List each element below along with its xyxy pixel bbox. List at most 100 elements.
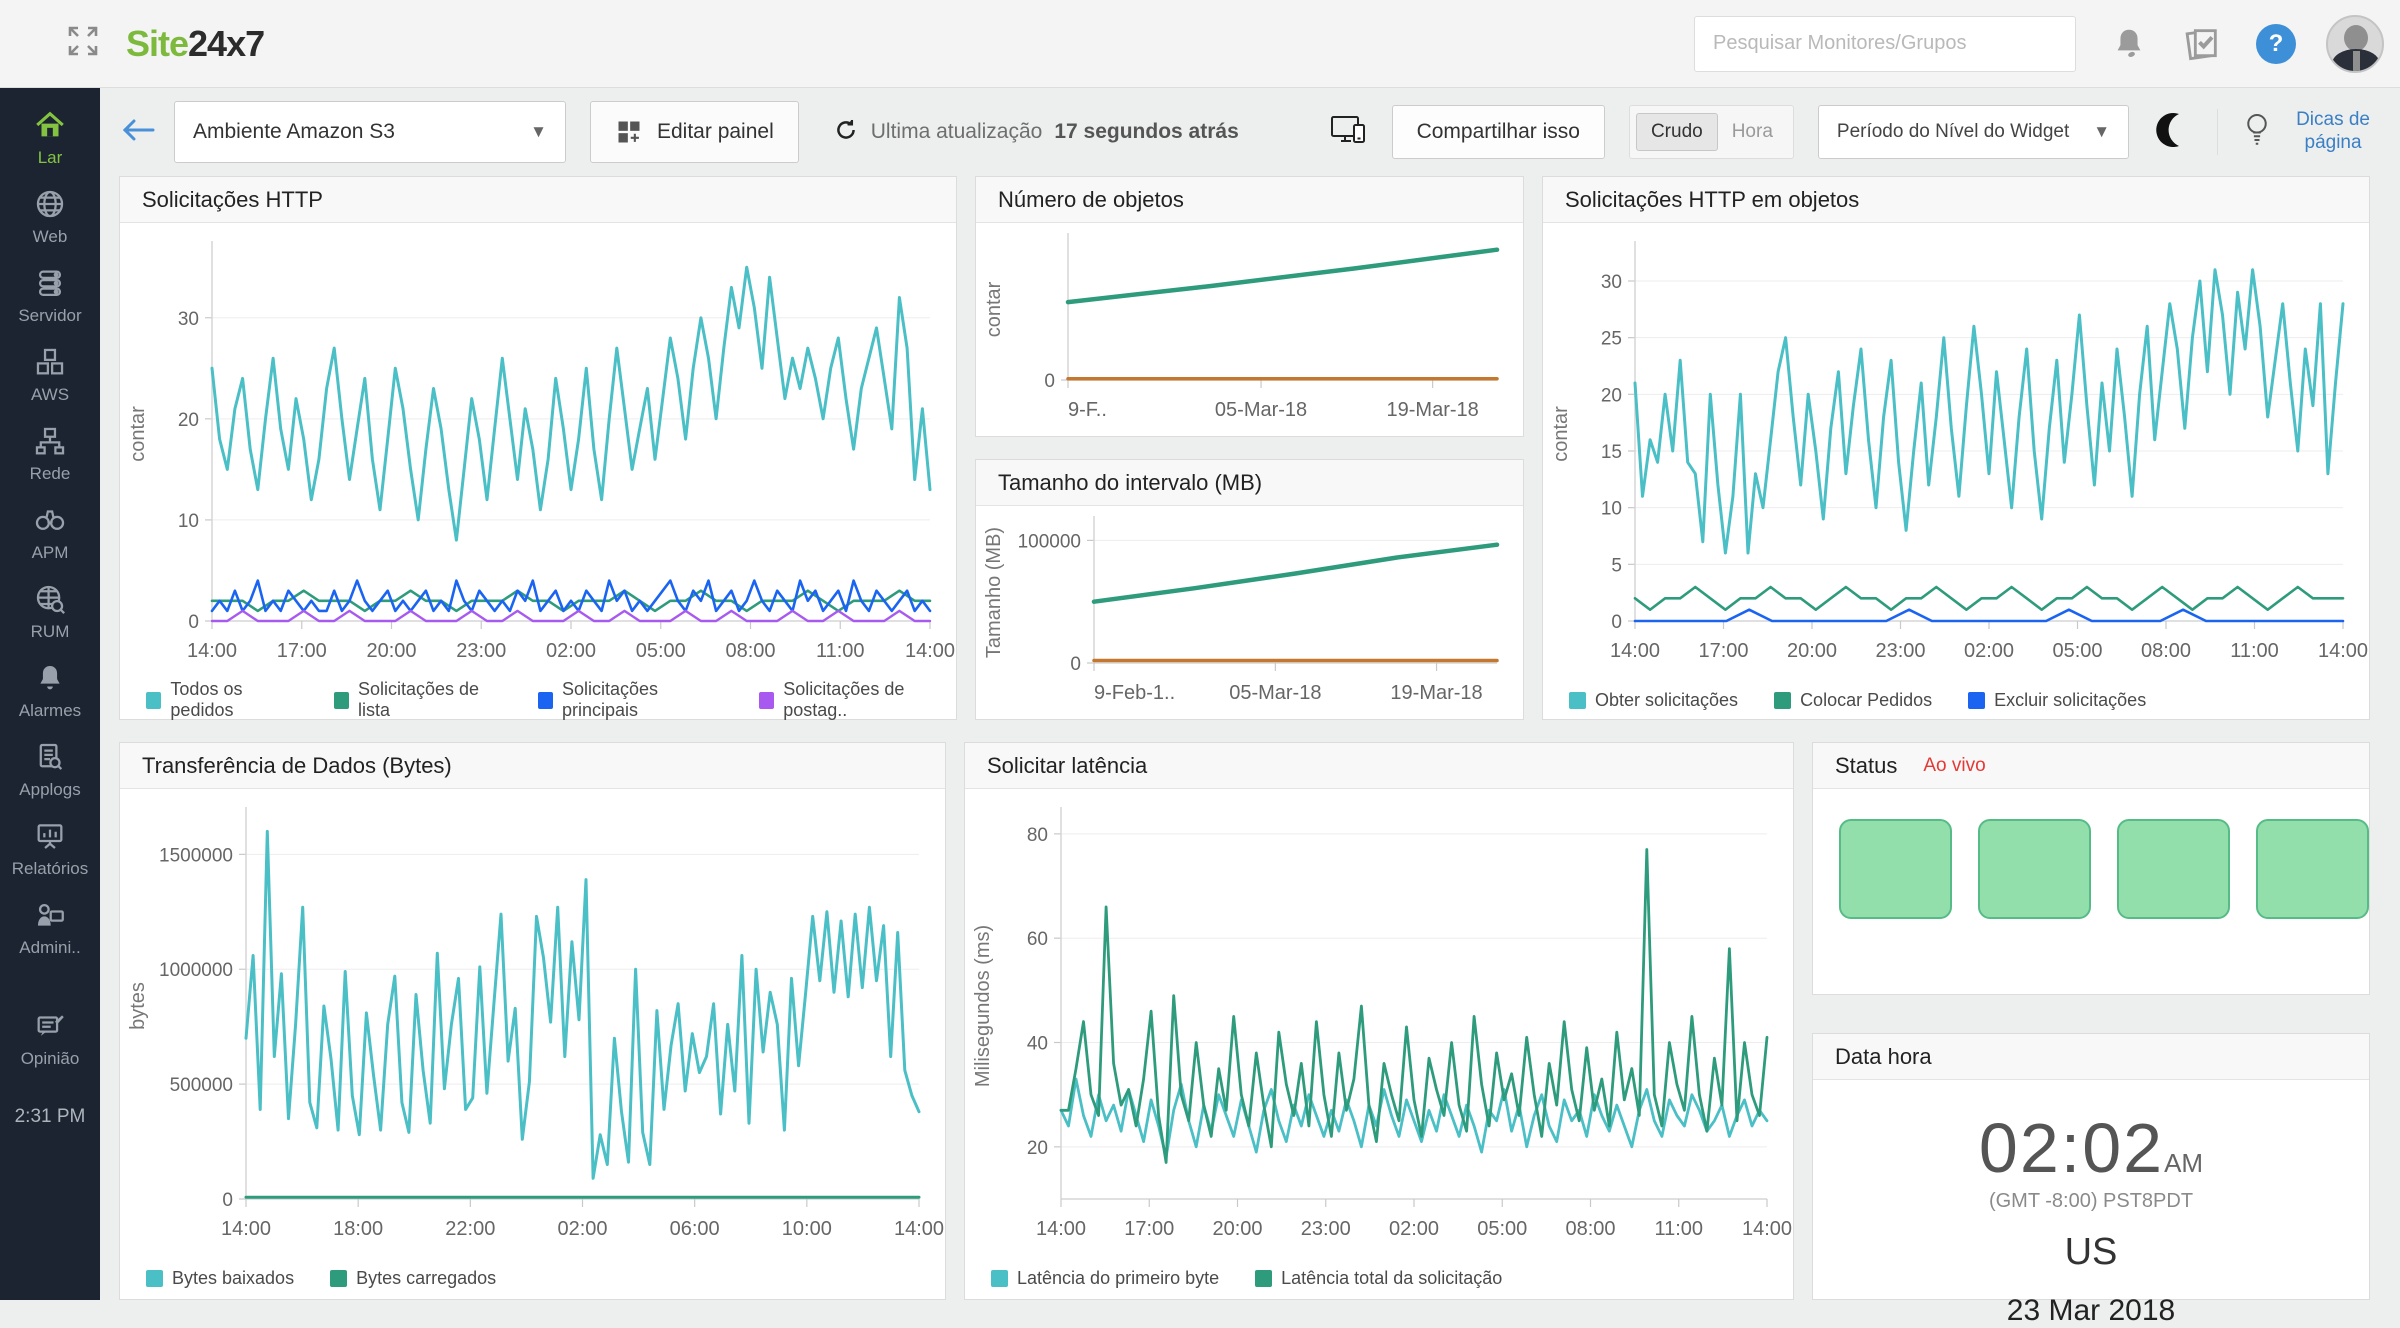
sidebar-item-label: Lar <box>38 148 63 168</box>
lightbulb-icon[interactable] <box>2242 111 2272 154</box>
sidebar-item-relatorios[interactable]: Relatórios <box>0 809 100 888</box>
sidebar-item-label: Web <box>33 227 68 247</box>
user-avatar[interactable] <box>2326 15 2384 73</box>
last-update-value: 17 segundos atrás <box>1054 120 1238 144</box>
sidebar-item-label: Servidor <box>18 306 81 326</box>
search-input[interactable] <box>1694 16 2076 72</box>
legend-label: Solicitações de postag.. <box>783 679 956 721</box>
legend-item[interactable]: Excluir solicitações <box>1968 690 2146 711</box>
help-icon[interactable]: ? <box>2256 24 2296 64</box>
svg-text:02:00: 02:00 <box>1964 640 2014 662</box>
sidebar-item-label: Alarmes <box>19 701 81 721</box>
status-box[interactable] <box>2117 819 2230 919</box>
svg-text:100000: 100000 <box>1018 531 1081 552</box>
svg-text:9-F..: 9-F.. <box>1068 399 1107 421</box>
legend-item[interactable]: Latência do primeiro byte <box>991 1268 1219 1289</box>
legend-swatch <box>146 692 161 709</box>
legend-item[interactable]: Bytes baixados <box>146 1268 294 1289</box>
hour-toggle[interactable]: Hora <box>1718 114 1787 150</box>
legend-item[interactable]: Obter solicitações <box>1569 690 1738 711</box>
svg-text:02:00: 02:00 <box>1389 1218 1439 1240</box>
svg-text:20:00: 20:00 <box>1212 1218 1262 1240</box>
legend-item[interactable]: Solicitações de lista <box>334 679 502 721</box>
legend-label: Solicitações de lista <box>358 679 502 721</box>
toolbar-divider <box>2217 109 2218 155</box>
svg-text:06:00: 06:00 <box>670 1218 720 1240</box>
dashboard-selector[interactable]: Ambiente Amazon S3 ▼ <box>174 101 566 163</box>
sidebar-item-web[interactable]: Web <box>0 177 100 256</box>
sidebar-item-label: APM <box>32 543 69 563</box>
sidebar-item-opiniao[interactable]: Opinião <box>0 999 100 1078</box>
panel-data-hora: Data hora 02:02AM (GMT -8:00) PST8PDT US… <box>1812 1033 2370 1300</box>
sidebar-item-lar[interactable]: Lar <box>0 98 100 177</box>
refresh-icon[interactable] <box>833 117 859 148</box>
legend-label: Todos os pedidos <box>170 679 297 721</box>
panel-solicitar-latencia: Solicitar latência 2040608014:0017:0020:… <box>964 742 1794 1300</box>
svg-text:30: 30 <box>1601 272 1622 293</box>
legend-item[interactable]: Todos os pedidos <box>146 679 298 721</box>
status-box[interactable] <box>1978 819 2091 919</box>
logo[interactable]: Site24x7 <box>66 23 264 65</box>
tasks-icon[interactable] <box>2182 24 2222 64</box>
sidebar-item-applogs[interactable]: Applogs <box>0 730 100 809</box>
edit-panel-button[interactable]: Editar painel <box>590 101 799 163</box>
bell-icon[interactable] <box>2110 25 2148 63</box>
sidebar-item-aws[interactable]: AWS <box>0 335 100 414</box>
chart-legend: Obter solicitações Colocar Pedidos Excluir… <box>1543 679 2369 721</box>
svg-text:05-Mar-18: 05-Mar-18 <box>1229 682 1321 704</box>
dark-mode-moon-icon[interactable] <box>2153 110 2193 155</box>
panel-title: Solicitações HTTP em objetos <box>1565 187 1859 213</box>
sidebar-item-rede[interactable]: Rede <box>0 414 100 493</box>
legend-item[interactable]: Solicitações principais <box>538 679 723 721</box>
avatar-head <box>2344 25 2368 51</box>
legend-swatch <box>334 692 349 709</box>
svg-text:14:00: 14:00 <box>2318 640 2368 662</box>
panel-title: Solicitações HTTP <box>142 187 323 213</box>
share-button[interactable]: Compartilhar isso <box>1392 105 1605 159</box>
sidebar-item-admin[interactable]: Admini.. <box>0 888 100 967</box>
legend-label: Bytes carregados <box>356 1268 496 1289</box>
legend-item[interactable]: Bytes carregados <box>330 1268 496 1289</box>
svg-text:14:00: 14:00 <box>1742 1218 1792 1240</box>
globe-icon <box>33 187 67 221</box>
transferencia-dados-chart: 05000001000000150000014:0018:0022:0002:0… <box>120 789 945 1257</box>
status-box[interactable] <box>2256 819 2369 919</box>
sidebar-item-servidor[interactable]: Servidor <box>0 256 100 335</box>
globe-search-icon <box>33 582 67 616</box>
chart-legend: Bytes baixados Bytes carregados <box>120 1257 945 1299</box>
logo-text: Site24x7 <box>126 23 264 65</box>
sidebar-item-rum[interactable]: RUM <box>0 572 100 651</box>
svg-text:14:00: 14:00 <box>905 640 955 662</box>
legend-label: Latência do primeiro byte <box>1017 1268 1219 1289</box>
devices-icon[interactable] <box>1328 113 1368 152</box>
legend-label: Excluir solicitações <box>1994 690 2146 711</box>
status-box[interactable] <box>1839 819 1952 919</box>
widget-period-selector[interactable]: Período do Nível do Widget ▼ <box>1818 105 2129 159</box>
clock-timezone: (GMT -8:00) PST8PDT <box>1813 1190 2369 1213</box>
legend-item[interactable]: Colocar Pedidos <box>1774 690 1932 711</box>
svg-text:22:00: 22:00 <box>445 1218 495 1240</box>
expand-icon[interactable] <box>66 24 100 63</box>
svg-text:10: 10 <box>1601 499 1622 520</box>
sidebar-item-alarmes[interactable]: Alarmes <box>0 651 100 730</box>
last-update: Ultima atualização 17 segundos atrás <box>833 117 1239 148</box>
raw-toggle[interactable]: Crudo <box>1636 113 1718 151</box>
clock-date: 23 Mar 2018 <box>1813 1294 2369 1328</box>
legend-item[interactable]: Solicitações de postag.. <box>759 679 956 721</box>
sidebar-item-label: Applogs <box>19 780 80 800</box>
page-tips-link[interactable]: Dicas de página <box>2296 109 2370 155</box>
svg-text:15: 15 <box>1601 442 1622 463</box>
sidebar-item-apm[interactable]: APM <box>0 493 100 572</box>
panel-title: Tamanho do intervalo (MB) <box>998 470 1262 496</box>
svg-text:10: 10 <box>178 511 199 532</box>
legend-item[interactable]: Latência total da solicitação <box>1255 1268 1502 1289</box>
legend-swatch <box>759 692 774 709</box>
svg-text:02:00: 02:00 <box>557 1218 607 1240</box>
sidebar-clock: 2:31 PM <box>15 1106 86 1128</box>
back-arrow-icon[interactable] <box>120 115 156 150</box>
panel-title: Status <box>1835 753 1897 779</box>
server-icon <box>33 266 67 300</box>
help-question-mark: ? <box>2256 24 2296 64</box>
svg-text:20:00: 20:00 <box>366 640 416 662</box>
solicitacoes-http-chart: 010203014:0017:0020:0023:0002:0005:0008:… <box>120 223 956 679</box>
